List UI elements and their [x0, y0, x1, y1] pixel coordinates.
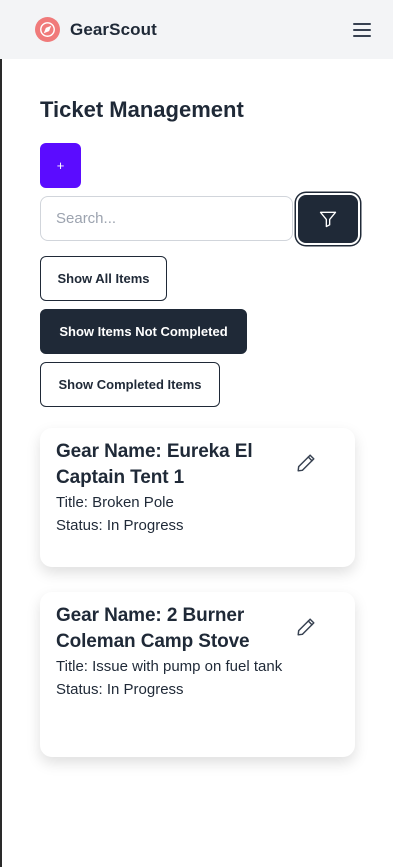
add-ticket-button[interactable]: +	[40, 143, 81, 188]
ticket-status: Status: In Progress	[56, 517, 184, 534]
pencil-icon[interactable]	[295, 452, 317, 474]
show-items-not-completed-button[interactable]: Show Items Not Completed	[40, 309, 247, 354]
ticket-title: Title: Broken Pole	[56, 494, 174, 511]
ticket-status: Status: In Progress	[56, 681, 184, 698]
ticket-card[interactable]: Gear Name: Eureka El Captain Tent 1 Titl…	[40, 428, 355, 567]
pencil-icon[interactable]	[295, 616, 317, 638]
show-all-items-button[interactable]: Show All Items	[40, 256, 167, 301]
ticket-card[interactable]: Gear Name: 2 Burner Coleman Camp Stove T…	[40, 592, 355, 757]
filter-icon	[319, 211, 337, 228]
hamburger-menu-icon[interactable]	[353, 19, 375, 41]
brand-name[interactable]: GearScout	[70, 20, 157, 40]
ticket-title: Title: Issue with pump on fuel tank	[56, 658, 283, 675]
top-nav-bar: GearScout	[0, 0, 393, 59]
gear-name: Gear Name: Eureka El Captain Tent 1	[56, 441, 253, 488]
gear-name: Gear Name: 2 Burner Coleman Camp Stove	[56, 605, 250, 652]
search-input[interactable]	[40, 196, 293, 241]
compass-icon[interactable]	[35, 17, 60, 42]
page-left-border	[0, 59, 2, 867]
show-completed-items-button[interactable]: Show Completed Items	[40, 362, 220, 407]
filter-button[interactable]	[298, 195, 358, 243]
page-title: Ticket Management	[40, 97, 244, 122]
